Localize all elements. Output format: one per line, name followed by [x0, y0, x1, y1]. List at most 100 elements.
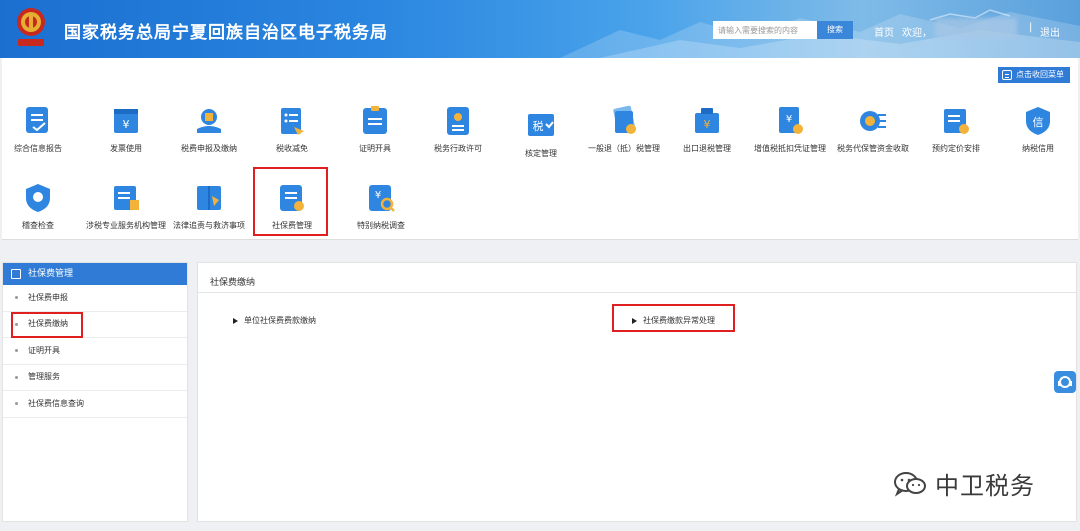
collapse-icon [1002, 70, 1012, 80]
tile-label: 税务代保管资金收取 [837, 144, 909, 153]
watermark-text: 中卫税务 [935, 472, 1035, 500]
tile-label: 法律追责与救济事项 [173, 221, 245, 230]
sidebar-item-label: 证明开具 [28, 345, 60, 355]
tile-admin-license[interactable]: 税务行政许可 [418, 105, 498, 154]
highlight-box-sidebar [11, 312, 83, 338]
sidebar-item-certificate[interactable]: 证明开具 [3, 338, 187, 365]
tile-label: 发票使用 [110, 144, 142, 153]
sidebar-item-label: 社保费信息查询 [28, 398, 84, 408]
tile-pricing-arrangement[interactable]: 预约定价安排 [916, 105, 996, 154]
customer-service-icon [1058, 376, 1072, 388]
sidebar-header-label: 社保费管理 [28, 269, 74, 279]
tile-label: 税收减免 [276, 144, 308, 153]
wechat-watermark: 中卫税务 [893, 466, 1035, 501]
custody-fund-icon [860, 111, 886, 131]
tile-label: 预约定价安排 [932, 144, 980, 153]
search-button[interactable]: 搜索 [817, 21, 853, 39]
tax-emblem-icon [17, 8, 45, 46]
floating-help-button[interactable] [1054, 371, 1076, 393]
username-blurred [935, 18, 1017, 38]
sidebar-header: 社保费管理 [3, 263, 187, 285]
tile-label: 税费申报及缴纳 [181, 144, 237, 153]
bullet-icon [15, 296, 18, 300]
tile-special-investigation[interactable]: ¥ 特别纳税调查 [341, 182, 421, 231]
sidebar-item-label: 社保费申报 [28, 292, 68, 302]
tile-certificate[interactable]: 证明开具 [335, 105, 415, 154]
link-unit-ss-payment[interactable]: 单位社保费费款缴纳 [233, 315, 316, 326]
collapse-menu-label: 点击收回菜单 [1016, 70, 1064, 79]
bullet-icon [15, 402, 18, 406]
tile-verify-management[interactable]: 税 核定管理 [501, 110, 581, 159]
credit-shield-icon: 信 [1026, 107, 1050, 135]
function-icon-panel: 点击收回菜单 综合信息报告 ¥ 发票使用 税费申报及缴纳 税收减免 证明开具 税… [2, 58, 1078, 240]
sidebar-item-ss-declare[interactable]: 社保费申报 [3, 285, 187, 312]
tile-vat-voucher[interactable]: ¥ 增值税抵扣凭证管理 [750, 105, 830, 154]
home-link[interactable]: 首页 [874, 24, 894, 39]
tile-tax-relief[interactable]: 税收减免 [252, 105, 332, 154]
pricing-icon [944, 109, 969, 134]
tile-inspection[interactable]: 稽查检查 [0, 182, 78, 231]
license-icon [447, 107, 469, 135]
tile-agency-management[interactable]: 涉税专业服务机构管理 [86, 182, 166, 231]
inspection-icon [26, 184, 50, 212]
declare-pay-icon [197, 109, 221, 133]
tile-custody-fund[interactable]: 税务代保管资金收取 [833, 105, 913, 154]
left-sidebar: 社保费管理 社保费申报 社保费缴纳 证明开具 管理服务 社保费信息查询 [2, 262, 188, 522]
tile-comprehensive-report[interactable]: 综合信息报告 [0, 105, 78, 154]
report-doc-icon [26, 107, 48, 133]
welcome-text: 欢迎， [902, 28, 932, 39]
tile-tax-credit[interactable]: 信 纳税信用 [998, 105, 1078, 154]
bullet-icon [15, 375, 18, 379]
tile-general-refund[interactable]: 一般退（抵）税管理 [584, 105, 664, 154]
credit-badge-text: 信 [1033, 116, 1044, 129]
logout-link[interactable]: 退出 [1040, 24, 1060, 39]
agency-icon [114, 186, 139, 210]
tile-label: 税务行政许可 [434, 144, 482, 153]
tile-declare-pay[interactable]: 税费申报及缴纳 [169, 105, 249, 154]
nav-separator: | [1029, 22, 1033, 33]
triangle-right-icon [233, 317, 238, 324]
search-input[interactable] [713, 21, 817, 39]
site-title: 国家税务总局宁夏回族自治区电子税务局 [64, 23, 388, 43]
top-header: 国家税务总局宁夏回族自治区电子税务局 搜索 首页 欢迎， | 退出 [0, 0, 1080, 58]
sidebar-item-ss-query[interactable]: 社保费信息查询 [3, 391, 187, 418]
tile-invoice-use[interactable]: ¥ 发票使用 [86, 105, 166, 154]
tile-label: 出口退税管理 [683, 144, 731, 153]
main-title: 社保费缴纳 [210, 278, 256, 288]
certificate-icon [363, 106, 387, 134]
svg-text:¥: ¥ [375, 190, 381, 201]
tile-label: 综合信息报告 [14, 144, 62, 153]
link-label: 单位社保费费款缴纳 [244, 316, 316, 325]
export-refund-icon: ¥ [695, 108, 719, 133]
tile-label: 涉税专业服务机构管理 [86, 221, 166, 230]
investigation-icon: ¥ [369, 185, 395, 212]
title-divider [198, 292, 1076, 293]
tile-label: 一般退（抵）税管理 [588, 144, 660, 153]
collapse-menu-button[interactable]: 点击收回菜单 [998, 67, 1070, 83]
sidebar-menu-icon [11, 269, 21, 279]
tile-label: 增值税抵扣凭证管理 [754, 144, 826, 153]
verify-tax-icon: 税 [528, 114, 554, 136]
bullet-icon [15, 349, 18, 353]
tax-relief-icon [281, 108, 304, 135]
tile-label: 核定管理 [525, 149, 557, 158]
svg-text:¥: ¥ [786, 114, 792, 125]
legal-book-icon [197, 186, 221, 210]
sidebar-item-management-service[interactable]: 管理服务 [3, 365, 187, 391]
vat-voucher-icon: ¥ [779, 107, 803, 134]
tile-legal-remedy[interactable]: 法律追责与救济事项 [169, 182, 249, 231]
svg-text:¥: ¥ [123, 118, 130, 131]
tile-label: 特别纳税调查 [357, 221, 405, 230]
refund-icon [613, 105, 636, 134]
tile-label: 证明开具 [359, 144, 391, 153]
tile-label: 稽查检查 [22, 221, 54, 230]
tile-export-refund[interactable]: ¥ 出口退税管理 [667, 105, 747, 154]
sidebar-item-label: 管理服务 [28, 372, 60, 382]
tax-badge-text: 税 [533, 119, 544, 133]
highlight-box-link [612, 304, 735, 332]
invoice-icon: ¥ [114, 109, 138, 133]
wechat-icon [894, 471, 926, 497]
tile-label: 纳税信用 [1022, 144, 1054, 153]
highlight-box-tile [253, 167, 328, 236]
svg-text:¥: ¥ [704, 118, 711, 131]
